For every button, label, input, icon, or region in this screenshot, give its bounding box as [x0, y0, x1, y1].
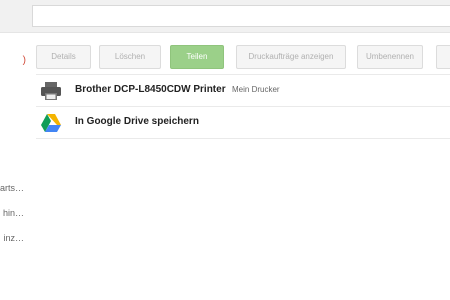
sidebar-item-1[interactable]: arts…	[0, 183, 24, 193]
toolbar: Details Löschen Teilen Druckaufträge anz…	[36, 45, 450, 69]
google-drive-icon	[40, 113, 62, 133]
sidebar-item-3[interactable]: inz…	[3, 233, 24, 243]
printer-subtitle: Mein Drucker	[232, 85, 280, 94]
top-bar	[0, 0, 450, 33]
share-button[interactable]: Teilen	[170, 45, 224, 69]
details-button[interactable]: Details	[36, 45, 91, 69]
delete-button[interactable]: Löschen	[99, 45, 161, 69]
rename-button[interactable]: Umbenennen	[357, 45, 423, 69]
printer-name: In Google Drive speichern	[75, 116, 199, 127]
show-print-jobs-button[interactable]: Druckaufträge anzeigen	[236, 45, 346, 69]
printer-icon	[40, 81, 62, 101]
sidebar-item-2[interactable]: hin…	[3, 208, 24, 218]
sidebar-item-active[interactable]: )	[23, 55, 26, 66]
sidebar: ) arts… hin… inz…	[0, 33, 28, 300]
printer-row-google-drive[interactable]: In Google Drive speichern	[36, 107, 450, 139]
search-input[interactable]	[32, 5, 450, 27]
printer-name: Brother DCP-L8450CDW Printer	[75, 84, 226, 95]
more-button[interactable]	[436, 45, 450, 69]
printer-row-brother[interactable]: Brother DCP-L8450CDW Printer Mein Drucke…	[36, 74, 450, 107]
printer-list: Brother DCP-L8450CDW Printer Mein Drucke…	[36, 74, 450, 139]
